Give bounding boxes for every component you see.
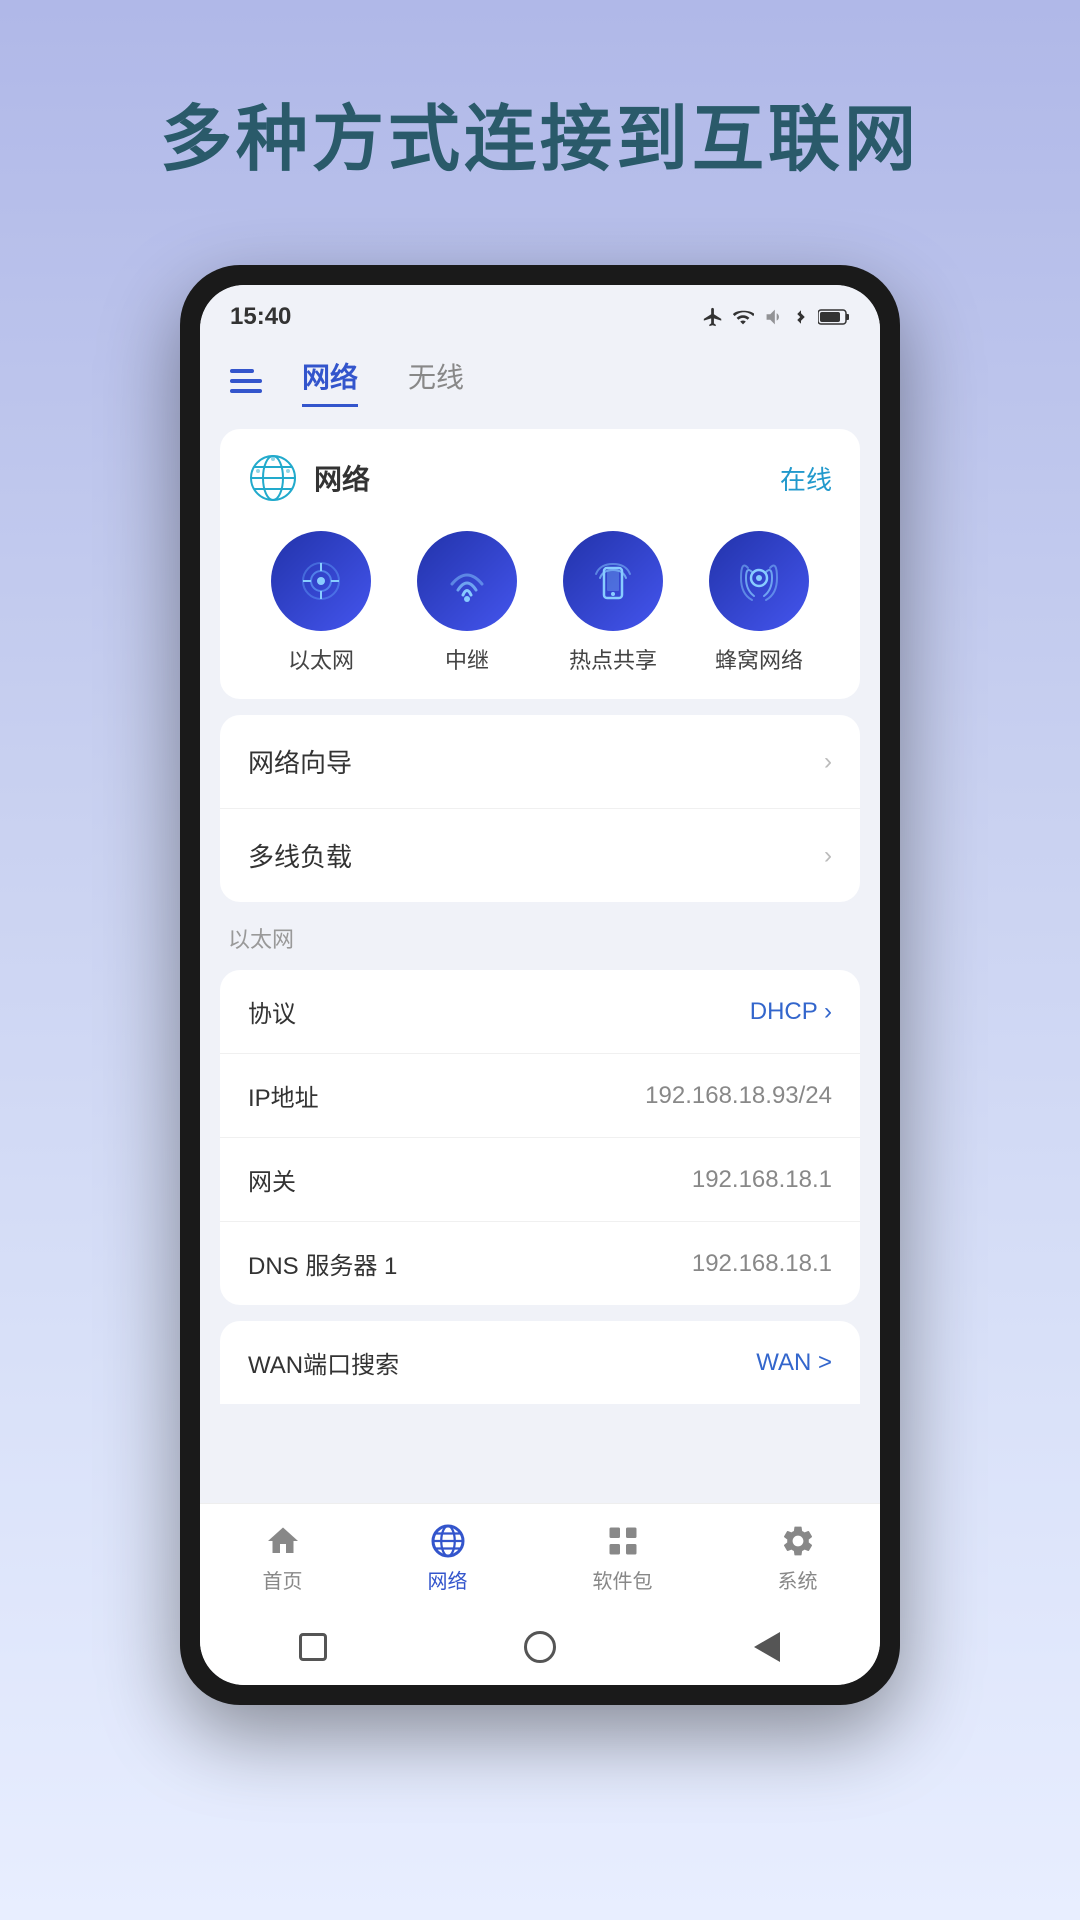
- nav-label-system: 系统: [778, 1565, 818, 1594]
- cellular-icon: [734, 556, 784, 606]
- nav-label-apps: 软件包: [593, 1565, 653, 1594]
- ethernet-item[interactable]: 以太网: [271, 531, 371, 675]
- volume-icon: [762, 306, 784, 328]
- airplane-icon: [702, 306, 724, 328]
- page-headline: 多种方式连接到互联网: [120, 80, 960, 185]
- tab-network[interactable]: 网络: [302, 356, 358, 407]
- apps-icon: [605, 1523, 641, 1559]
- info-label-dns: DNS 服务器 1: [248, 1246, 397, 1281]
- back-button[interactable]: [745, 1625, 789, 1669]
- info-value-dns: 192.168.18.1: [692, 1250, 832, 1278]
- info-value-ip: 192.168.18.93/24: [645, 1082, 832, 1110]
- menu-row-wizard[interactable]: 网络向导 ›: [220, 715, 860, 809]
- wifi-status-icon: [732, 306, 754, 328]
- battery-icon: [818, 308, 850, 326]
- relay-item[interactable]: 中继: [417, 531, 517, 675]
- menu-label-multiline: 多线负载: [248, 837, 352, 874]
- nav-item-system[interactable]: 系统: [778, 1523, 818, 1594]
- tab-wireless[interactable]: 无线: [408, 356, 464, 407]
- status-time: 15:40: [230, 303, 291, 331]
- network-icons-row: 以太网 中继: [248, 531, 832, 675]
- phone-screen: 15:40: [200, 285, 880, 1685]
- hotspot-circle: [563, 531, 663, 631]
- menu-label-wizard: 网络向导: [248, 743, 352, 780]
- cellular-circle: [709, 531, 809, 631]
- chevron-icon-wizard: ›: [824, 748, 832, 776]
- home-button[interactable]: [518, 1625, 562, 1669]
- relay-icon: [442, 556, 492, 606]
- partial-label-wan: WAN端口搜索: [248, 1345, 399, 1380]
- cellular-item[interactable]: 蜂窝网络: [709, 531, 809, 675]
- network-status: 在线: [780, 460, 832, 497]
- info-value-gateway: 192.168.18.1: [692, 1166, 832, 1194]
- network-title-row: 网络: [248, 453, 370, 503]
- recent-apps-icon: [299, 1633, 327, 1661]
- recent-apps-button[interactable]: [291, 1625, 335, 1669]
- bluetooth-icon: [792, 306, 810, 328]
- home-icon: [265, 1523, 301, 1559]
- info-value-protocol: DHCP ›: [750, 998, 832, 1026]
- info-row-protocol[interactable]: 协议 DHCP ›: [220, 970, 860, 1054]
- sys-nav-bar: [200, 1613, 880, 1685]
- hotspot-item[interactable]: 热点共享: [563, 531, 663, 675]
- partial-value-wan: WAN >: [756, 1349, 832, 1377]
- nav-label-home: 首页: [263, 1565, 303, 1594]
- ethernet-icon: [296, 556, 346, 606]
- status-icons: [702, 306, 850, 328]
- hotspot-icon: [588, 556, 638, 606]
- network-nav-icon: [430, 1523, 466, 1559]
- relay-circle: [417, 531, 517, 631]
- nav-item-apps[interactable]: 软件包: [593, 1523, 653, 1594]
- info-label-ip: IP地址: [248, 1078, 319, 1113]
- network-title: 网络: [314, 458, 370, 498]
- nav-tabs: 网络 无线: [302, 356, 464, 407]
- menu-row-multiline[interactable]: 多线负载 ›: [220, 809, 860, 902]
- menu-card: 网络向导 › 多线负载 ›: [220, 715, 860, 902]
- ethernet-label: 以太网: [288, 643, 354, 675]
- section-label-ethernet: 以太网: [220, 918, 860, 954]
- phone-mockup: 15:40: [180, 265, 900, 1705]
- home-circle-icon: [524, 1631, 556, 1663]
- info-row-ip: IP地址 192.168.18.93/24: [220, 1054, 860, 1138]
- back-arrow-icon: [754, 1632, 780, 1662]
- info-row-dns: DNS 服务器 1 192.168.18.1: [220, 1222, 860, 1305]
- info-label-gateway: 网关: [248, 1162, 296, 1197]
- network-header: 网络 在线: [248, 453, 832, 503]
- partial-card[interactable]: WAN端口搜索 WAN >: [220, 1321, 860, 1404]
- nav-item-network[interactable]: 网络: [428, 1523, 468, 1594]
- settings-icon: [780, 1523, 816, 1559]
- network-card: 网络 在线: [220, 429, 860, 699]
- info-card: 协议 DHCP › IP地址 192.168.18.93/24 网关 192.1…: [220, 970, 860, 1305]
- cellular-label: 蜂窝网络: [715, 643, 803, 675]
- chevron-icon-multiline: ›: [824, 842, 832, 870]
- hotspot-label: 热点共享: [569, 643, 657, 675]
- info-label-protocol: 协议: [248, 994, 296, 1029]
- hamburger-menu[interactable]: [230, 369, 262, 393]
- partial-row-wan: WAN端口搜索 WAN >: [220, 1321, 860, 1404]
- content-area: 网络 在线: [200, 413, 880, 1503]
- ethernet-circle: [271, 531, 371, 631]
- top-nav: 网络 无线: [200, 341, 880, 413]
- network-globe-icon: [248, 453, 298, 503]
- nav-label-network: 网络: [428, 1565, 468, 1594]
- info-row-gateway: 网关 192.168.18.1: [220, 1138, 860, 1222]
- bottom-nav: 首页 网络 软件包: [200, 1503, 880, 1613]
- relay-label: 中继: [445, 643, 489, 675]
- nav-item-home[interactable]: 首页: [263, 1523, 303, 1594]
- status-bar: 15:40: [200, 285, 880, 341]
